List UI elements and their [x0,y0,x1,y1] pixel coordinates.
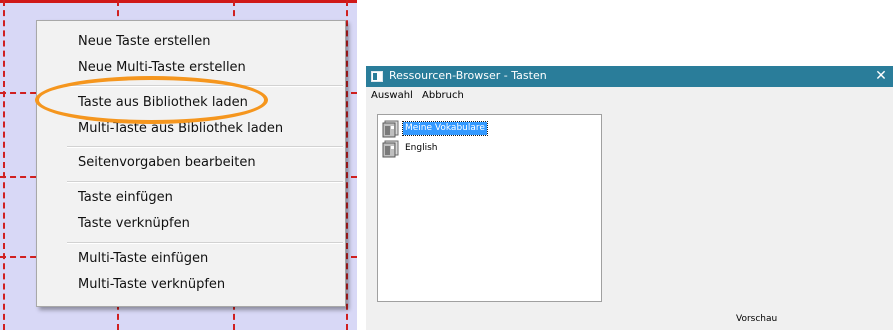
menu-separator [67,85,343,87]
context-menu: Neue Taste erstellen Neue Multi-Taste er… [36,20,346,307]
resource-browser-dialog: Ressourcen-Browser - Tasten ✕ Auswahl Ab… [366,66,893,330]
menu-item-insert-multi-key[interactable]: Multi-Taste einfügen [78,251,208,266]
menu-item-new-key[interactable]: Neue Taste erstellen [78,34,211,49]
menu-item-new-multi-key[interactable]: Neue Multi-Taste erstellen [78,60,246,75]
menu-item-edit-page-settings[interactable]: Seitenvorgaben bearbeiten [78,155,256,170]
tree-item-label[interactable]: Meine Vokabulare [402,121,488,136]
menu-separator [67,181,343,183]
menu-item-load-key-from-library[interactable]: Taste aus Bibliothek laden [78,95,248,110]
key-grid-editor[interactable]: Neue Taste erstellen Neue Multi-Taste er… [0,0,357,330]
menu-item-link-multi-key[interactable]: Multi-Taste verknüpfen [78,277,225,292]
menu-auswahl[interactable]: Auswahl [371,90,413,101]
tree-item-label[interactable]: English [403,142,440,155]
grid-column-line [346,0,348,330]
grid-top-border [0,0,357,3]
screenshot-canvas: Neue Taste erstellen Neue Multi-Taste er… [0,0,893,330]
menu-item-insert-key[interactable]: Taste einfügen [78,190,173,205]
grid-column-line [3,0,5,330]
app-window-icon [371,71,383,82]
resource-folder-icon [382,120,399,138]
preview-label: Vorschau [736,314,778,324]
dialog-titlebar[interactable]: Ressourcen-Browser - Tasten ✕ [366,66,893,87]
menu-separator [67,146,343,148]
menu-abbruch[interactable]: Abbruch [422,90,464,101]
menu-item-link-key[interactable]: Taste verknüpfen [78,216,190,231]
resource-folder-icon [382,140,399,158]
close-icon[interactable]: ✕ [872,67,890,85]
menu-item-load-multi-key-from-library[interactable]: Multi-Taste aus Bibliothek laden [78,121,283,136]
dialog-menubar: Auswahl Abbruch [366,87,893,105]
menu-separator [67,242,343,244]
dialog-title: Ressourcen-Browser - Tasten [389,69,547,82]
resource-tree[interactable]: Meine Vokabulare English [377,114,602,302]
